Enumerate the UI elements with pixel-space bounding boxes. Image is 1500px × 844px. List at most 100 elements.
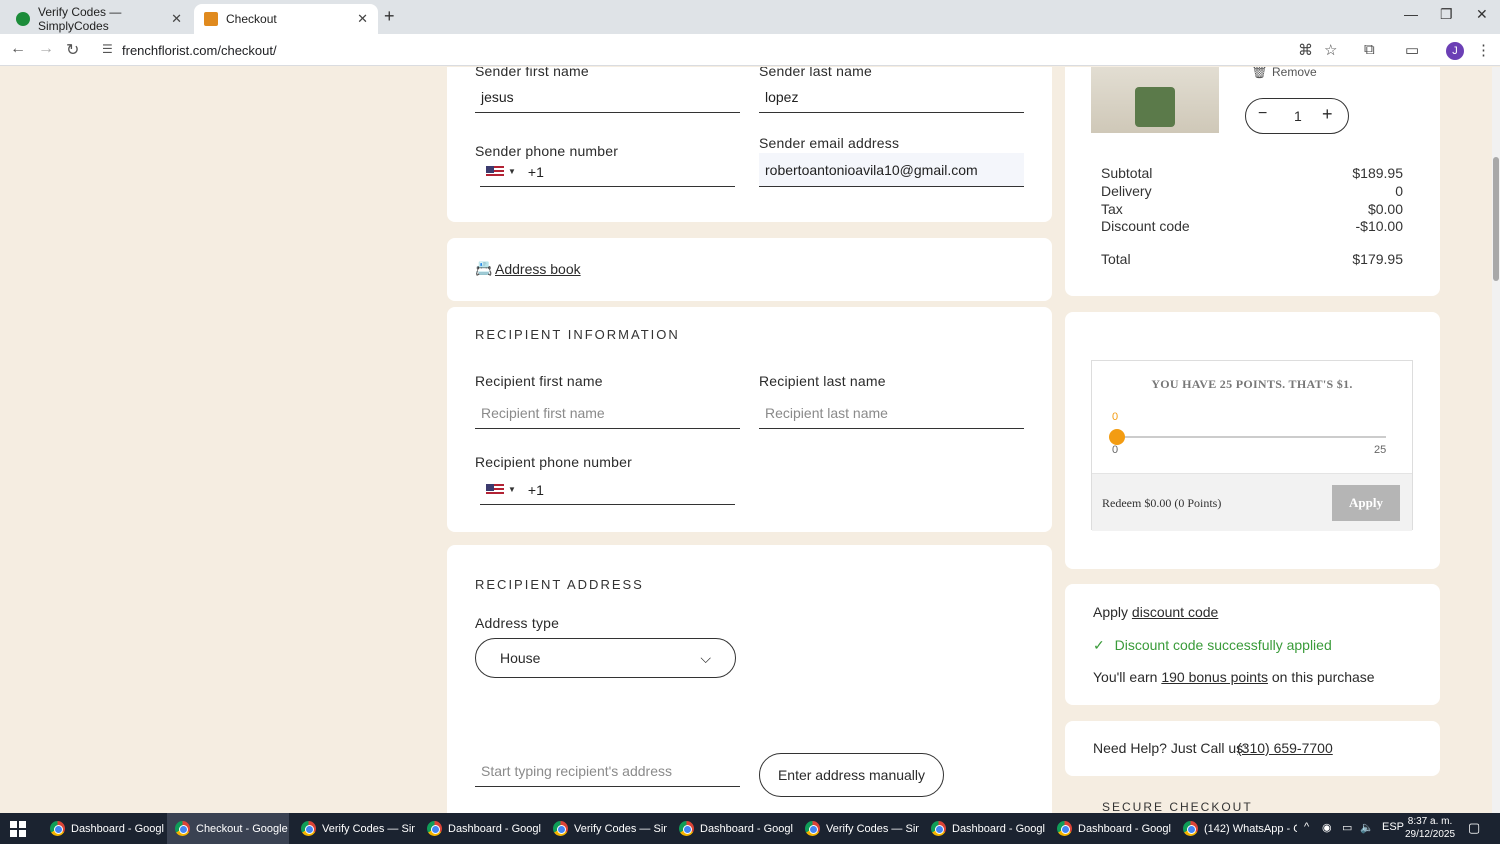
us-flag-icon[interactable] [486,483,504,496]
extensions-puzzle-icon[interactable]: ⧉ [1364,41,1375,58]
taskbar-item-label: Dashboard - Googl... [448,822,541,835]
page-scrollbar[interactable] [1492,67,1500,813]
browser-tab-bar: Verify Codes — SimplyCodes ✕ Checkout ✕ … [0,0,1500,34]
total-row: Total $179.95 [1101,251,1403,267]
windows-taskbar: Dashboard - Googl... Checkout - Google .… [0,813,1500,844]
new-tab-plus-icon[interactable]: + [384,6,395,27]
sender-phone-input[interactable]: ▼ +1 [480,157,735,187]
translate-icon[interactable]: ⌘ [1298,41,1313,59]
taskbar-item-label: Verify Codes — Sim... [574,822,667,835]
reload-icon[interactable]: ↻ [66,40,79,60]
discount-success-text: Discount code successfully applied [1114,637,1332,653]
remove-link[interactable]: Remove [1272,67,1317,79]
taskbar-item[interactable]: Checkout - Google ... [167,813,289,844]
notifications-icon[interactable]: ▢ [1468,820,1480,836]
plus-icon[interactable]: + [1322,104,1333,125]
bonus-points-line: You'll earn 190 bonus points on this pur… [1093,669,1375,685]
tab-title: Checkout [226,12,277,26]
address-type-label: Address type [475,615,560,631]
taskbar-item-label: Dashboard - Googl... [1078,822,1171,835]
recipient-phone-input[interactable]: ▼ +1 [480,475,735,505]
chevron-down-icon: ⌵ [700,649,711,666]
us-flag-icon[interactable] [486,165,504,178]
browser-menu-icon[interactable]: ⋮ [1476,41,1491,59]
tax-row: Tax $0.00 [1101,201,1403,217]
recipient-last-name-input[interactable]: Recipient last name [759,399,1024,429]
tray-chevron-up-icon[interactable]: ^ [1304,821,1309,833]
taskbar-item[interactable]: Dashboard - Googl... [923,813,1045,844]
restore-icon[interactable]: ❐ [1440,6,1453,23]
sender-last-name-input[interactable]: lopez [759,83,1024,113]
discount-code-link[interactable]: discount code [1132,604,1218,620]
sender-phone-code: +1 [527,163,544,180]
bookmark-star-icon[interactable]: ☆ [1324,41,1337,59]
discount-label: Discount code [1101,218,1190,234]
points-footer: Redeem $0.00 (0 Points) Apply [1092,473,1412,531]
sender-email-input[interactable]: robertoantonioavila10@gmail.com [759,153,1024,187]
volume-icon[interactable]: 🔈 [1360,821,1374,834]
taskbar-clock[interactable]: 8:37 a. m. 29/12/2025 [1404,815,1456,841]
network-icon[interactable]: ▭ [1342,821,1352,834]
language-indicator[interactable]: ESP [1382,821,1404,833]
points-card: YOU HAVE 25 POINTS. THAT'S $1. 0 0 25 Re… [1065,312,1440,569]
taskbar-item-label: Dashboard - Googl... [71,822,164,835]
country-dropdown-caret-icon[interactable]: ▼ [508,167,516,176]
discount-success-line: ✓ Discount code successfully applied [1093,637,1332,654]
discount-value: -$10.00 [1355,218,1403,234]
sender-first-name-input[interactable]: jesus [475,83,740,113]
taskbar-item[interactable]: Verify Codes — Sim... [293,813,415,844]
address-search-input[interactable]: Start typing recipient's address [475,757,740,787]
minimize-icon[interactable]: — [1404,6,1418,22]
tray-app-icon[interactable]: ◉ [1322,821,1332,834]
secure-checkout-title: SECURE CHECKOUT [1102,800,1253,813]
points-slider-track[interactable] [1116,436,1386,438]
chrome-icon [301,821,316,836]
trash-icon[interactable]: 🗑 [1251,67,1268,80]
taskbar-item[interactable]: Dashboard - Googl... [671,813,793,844]
chrome-icon [553,821,568,836]
help-phone-link[interactable]: (310) 659-7700 [1237,740,1333,756]
scrollbar-thumb[interactable] [1493,157,1499,281]
windows-start-icon[interactable] [10,821,26,837]
taskbar-item[interactable]: Verify Codes — Sim... [797,813,919,844]
tab-checkout[interactable]: Checkout ✕ [194,4,378,34]
site-info-icon[interactable]: ☰ [102,42,113,56]
profile-avatar[interactable]: J [1446,42,1464,60]
taskbar-item-label: (142) WhatsApp - G... [1204,822,1297,835]
recipient-first-name-input[interactable]: Recipient first name [475,399,740,429]
address-bar[interactable]: ☰ frenchflorist.com/checkout/ [94,37,1354,63]
close-tab-icon[interactable]: ✕ [357,11,368,27]
bonus-points-link[interactable]: 190 bonus points [1161,669,1268,685]
sender-first-name-label: Sender first name [475,67,589,79]
tab-verify-codes[interactable]: Verify Codes — SimplyCodes ✕ [6,4,192,34]
taskbar-item-label: Dashboard - Googl... [952,822,1045,835]
help-card: Need Help? Just Call us: (310) 659-7700 [1065,721,1440,776]
sender-email-label: Sender email address [759,135,900,151]
discount-row: Discount code -$10.00 [1101,218,1403,234]
taskbar-item[interactable]: Dashboard - Googl... [1049,813,1171,844]
close-tab-icon[interactable]: ✕ [171,11,182,27]
tab-search-icon[interactable]: ▭ [1405,41,1419,59]
taskbar-item[interactable]: Dashboard - Googl... [419,813,541,844]
points-slider-handle[interactable] [1109,429,1125,445]
back-arrow-icon[interactable]: ← [10,40,26,58]
sender-last-name-label: Sender last name [759,67,872,79]
address-book-link[interactable]: Address book [495,261,581,277]
sender-card: Sender first name jesus Sender last name… [447,67,1052,222]
forward-arrow-icon[interactable]: → [38,40,54,58]
taskbar-item[interactable]: Dashboard - Googl... [42,813,164,844]
apply-points-button[interactable]: Apply [1332,485,1400,521]
taskbar-item[interactable]: (142) WhatsApp - G... [1175,813,1297,844]
close-window-icon[interactable]: ✕ [1476,6,1488,23]
help-text: Need Help? Just Call us: [1093,740,1248,756]
country-dropdown-caret-icon[interactable]: ▼ [508,485,516,494]
chrome-icon [50,821,65,836]
enter-address-manually-button[interactable]: Enter address manually [759,753,944,797]
subtotal-value: $189.95 [1352,165,1403,181]
recipient-info-title: RECIPIENT INFORMATION [475,327,680,342]
frenchflorist-favicon-icon [204,12,218,26]
taskbar-item[interactable]: Verify Codes — Sim... [545,813,667,844]
minus-icon[interactable]: − [1258,105,1267,123]
address-type-select[interactable]: House ⌵ [475,638,736,678]
url-text: frenchflorist.com/checkout/ [122,42,277,58]
